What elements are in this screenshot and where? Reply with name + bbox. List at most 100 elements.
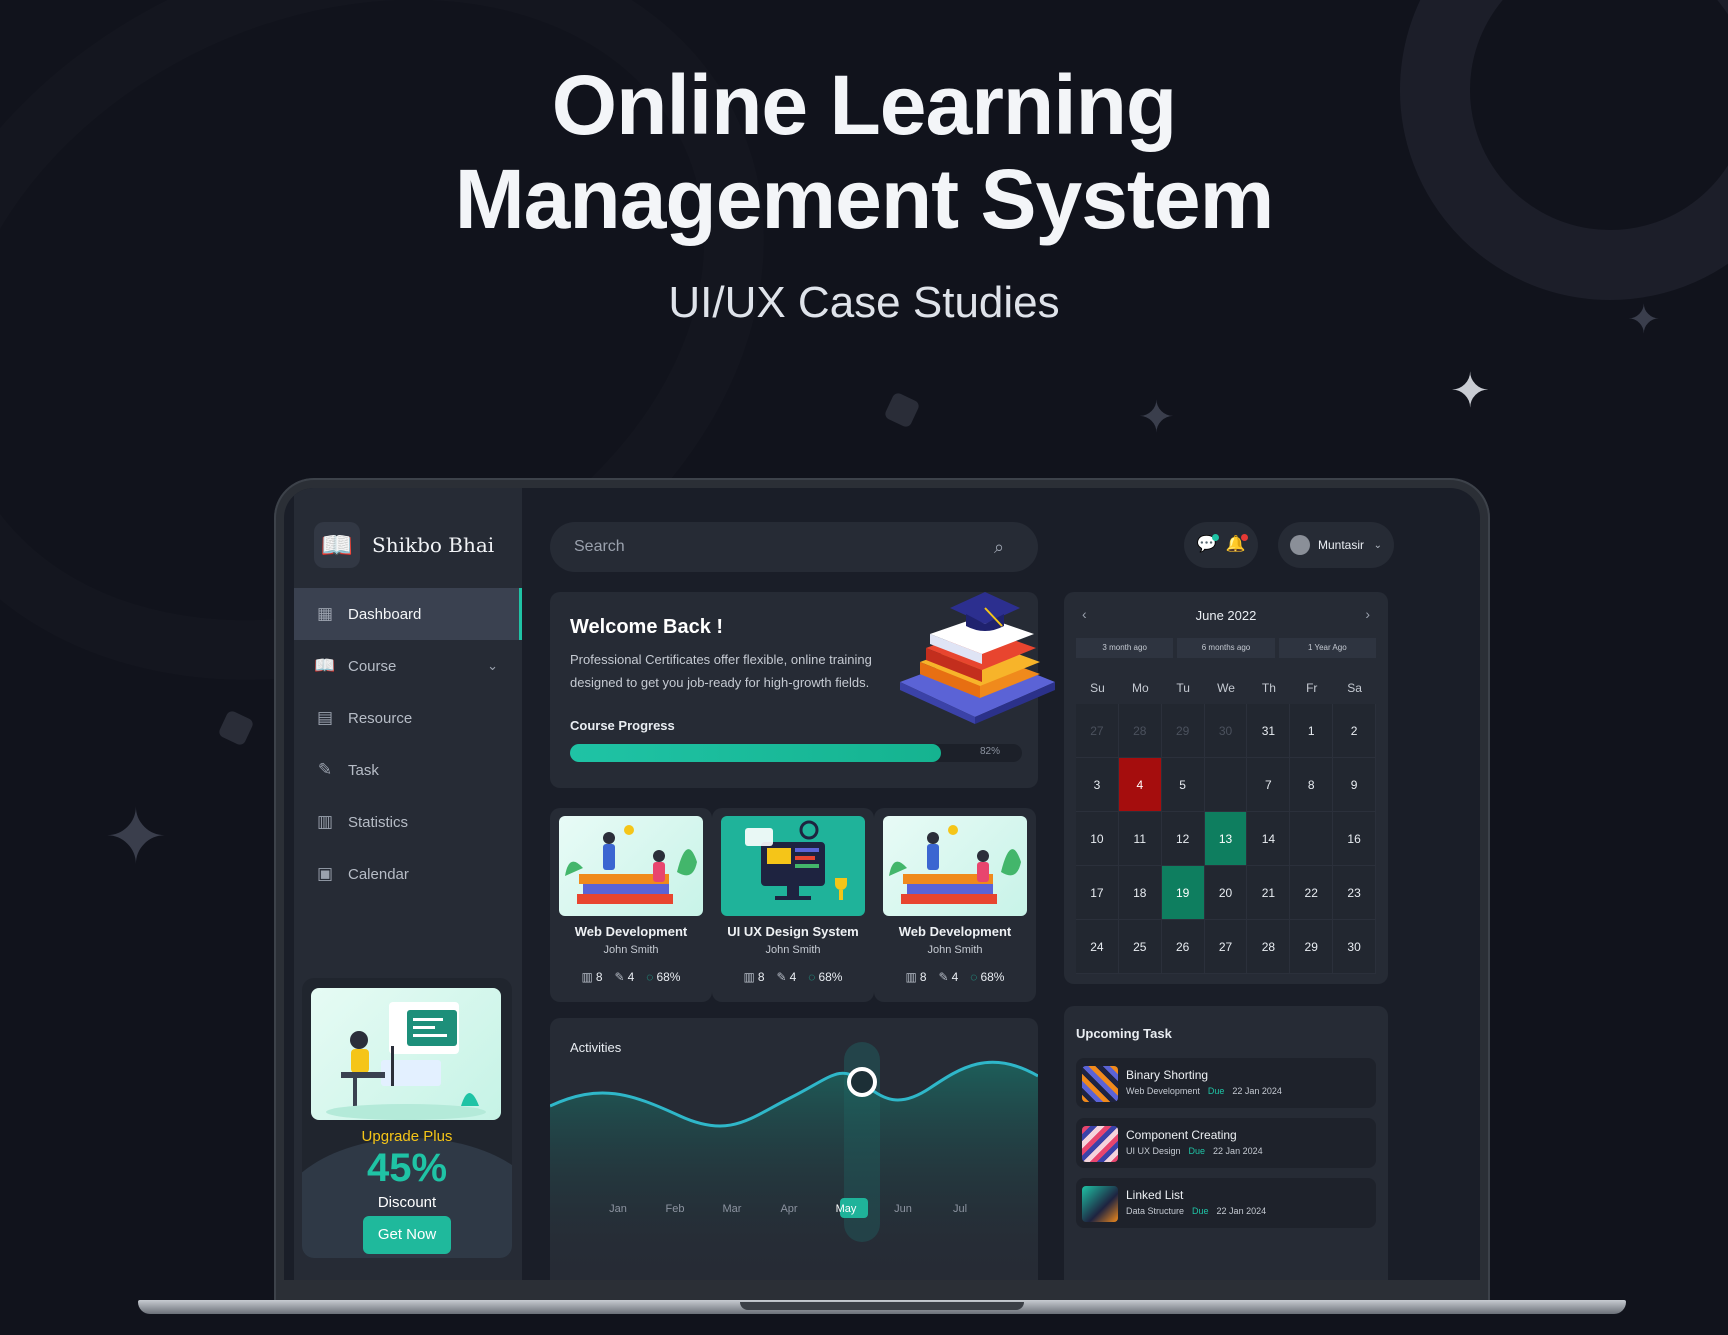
- progress-ring-icon: ◌: [646, 970, 654, 984]
- calendar-day[interactable]: 28: [1118, 704, 1162, 758]
- task-item[interactable]: Binary Shorting Web Development Due 22 Jan…: [1076, 1058, 1376, 1108]
- task-category: UI UX Design: [1126, 1146, 1181, 1156]
- course-progress-value: 82%: [979, 746, 1000, 757]
- sidebar-item-dashboard[interactable]: ▦ Dashboard: [294, 588, 522, 640]
- chevron-right-icon[interactable]: ›: [1365, 606, 1370, 622]
- calendar-day[interactable]: 5: [1161, 758, 1205, 812]
- promo-illustration: [311, 988, 501, 1120]
- calendar-day[interactable]: [1290, 812, 1334, 866]
- lessons-stat: ▥ 8: [744, 970, 765, 984]
- calendar-day[interactable]: 30: [1204, 704, 1248, 758]
- weekday-label: Sa: [1347, 681, 1362, 695]
- user-menu[interactable]: Muntasir ⌄: [1278, 522, 1394, 568]
- calendar-day[interactable]: 17: [1076, 866, 1119, 920]
- laptop-frame: 📖 Shikbo Bhai ▦ Dashboard 📖 Course ⌄ ▤ R…: [274, 478, 1490, 1308]
- calendar-day[interactable]: 21: [1247, 866, 1291, 920]
- filter-3-months[interactable]: 3 month ago: [1076, 638, 1174, 658]
- tasks-count: 4: [789, 970, 797, 984]
- sparkle-icon: ✦: [1138, 393, 1175, 442]
- calendar-day[interactable]: 7: [1247, 758, 1291, 812]
- sidebar-item-statistics[interactable]: ▥ Statistics: [294, 796, 522, 848]
- progress-value: 68%: [818, 970, 843, 984]
- calendar-day[interactable]: 14: [1247, 812, 1291, 866]
- course-card[interactable]: Web Development John Smith ▥ 8 ✎ 4 ◌ 68%: [550, 808, 712, 1002]
- calendar-month: June 2022: [1195, 608, 1257, 623]
- calendar-day[interactable]: 27: [1076, 704, 1119, 758]
- task-thumbnail: [1082, 1186, 1118, 1222]
- lessons-stat: ▥ 8: [582, 970, 603, 984]
- month-label: Apr: [780, 1203, 797, 1215]
- activities-chart: Jan Feb Mar Apr May Jun Jul: [550, 1042, 1038, 1280]
- calendar-day[interactable]: 4: [1118, 758, 1162, 812]
- calendar-day[interactable]: 31: [1247, 704, 1291, 758]
- calendar-day[interactable]: 3: [1076, 758, 1119, 812]
- promo-label: Discount: [377, 1194, 437, 1211]
- course-illustration: [721, 816, 865, 916]
- calendar-day[interactable]: 2: [1333, 704, 1377, 758]
- course-stats: ▥ 8 ✎ 4 ◌ 68%: [874, 970, 1036, 984]
- task-date: 22 Jan 2024: [1213, 1146, 1263, 1156]
- calendar-day[interactable]: 13: [1204, 812, 1248, 866]
- course-title: UI UX Design System: [727, 924, 859, 939]
- course-progress-bar: 82%: [570, 744, 1022, 762]
- calendar-day[interactable]: 19: [1161, 866, 1205, 920]
- task-icon: ✎: [776, 970, 787, 984]
- calendar-day[interactable]: 24: [1076, 920, 1119, 974]
- calendar-day[interactable]: 27: [1204, 920, 1248, 974]
- calendar-day[interactable]: 26: [1161, 920, 1205, 974]
- sidebar-item-task[interactable]: ✎ Task: [294, 744, 522, 796]
- lessons-count: 8: [595, 970, 603, 984]
- calendar-card: ‹ June 2022 › 3 month ago 6 months ago 1…: [1064, 592, 1388, 984]
- message-icon[interactable]: 💬: [1195, 533, 1219, 557]
- course-card[interactable]: Web Development John Smith ▥ 8 ✎ 4 ◌ 68%: [874, 808, 1036, 1002]
- chevron-down-icon: ⌄: [487, 658, 498, 673]
- sidebar-item-course[interactable]: 📖 Course ⌄: [294, 640, 522, 692]
- calendar-day[interactable]: 23: [1333, 866, 1377, 920]
- sidebar-item-calendar[interactable]: ▣ Calendar: [294, 848, 522, 900]
- brand[interactable]: 📖 Shikbo Bhai: [314, 522, 494, 568]
- calendar-day[interactable]: 9: [1333, 758, 1377, 812]
- calendar-day[interactable]: 29: [1161, 704, 1205, 758]
- calendar-day[interactable]: 10: [1076, 812, 1119, 866]
- calendar-day[interactable]: 22: [1290, 866, 1334, 920]
- calendar-day[interactable]: 20: [1204, 866, 1248, 920]
- task-item[interactable]: Component Creating UI UX Design Due 22 Jan…: [1076, 1118, 1376, 1168]
- tasks-count: 4: [951, 970, 959, 984]
- progress-stat: ◌ 68%: [808, 970, 842, 984]
- get-now-button[interactable]: Get Now: [363, 1216, 451, 1254]
- task-title: Component Creating: [1126, 1128, 1237, 1142]
- upcoming-task-card: Upcoming Task Binary Shorting Web Develo…: [1064, 1006, 1388, 1280]
- course-card[interactable]: UI UX Design System John Smith ▥ 8 ✎ 4 ◌ 68…: [712, 808, 874, 1002]
- calendar-day[interactable]: 25: [1118, 920, 1162, 974]
- calendar-day[interactable]: [1204, 758, 1248, 812]
- laptop-notch: [740, 1302, 1024, 1310]
- filter-6-months[interactable]: 6 months ago: [1177, 638, 1275, 658]
- calendar-day[interactable]: 29: [1290, 920, 1334, 974]
- search-icon[interactable]: ⌕: [994, 537, 1014, 557]
- welcome-text: Professional Certificates offer flexible…: [570, 652, 872, 690]
- sidebar-item-resource[interactable]: ▤ Resource: [294, 692, 522, 744]
- calendar-day[interactable]: 11: [1118, 812, 1162, 866]
- filter-1-year[interactable]: 1 Year Ago: [1278, 638, 1376, 658]
- calendar-day[interactable]: 30: [1333, 920, 1377, 974]
- sidebar-item-label: Resource: [348, 709, 413, 727]
- calendar-day[interactable]: 12: [1161, 812, 1205, 866]
- task-item[interactable]: Linked List Data Structure Due 22 Jan 2024: [1076, 1178, 1376, 1228]
- calendar-day[interactable]: 8: [1290, 758, 1334, 812]
- sparkle-icon: ✦: [1450, 365, 1491, 418]
- month-label: Jun: [894, 1203, 912, 1215]
- progress-ring-icon: ◌: [808, 970, 816, 984]
- activities-card: Activities Jan Feb Mar Apr May Jun Jul: [550, 1018, 1038, 1280]
- decor-square: [217, 709, 255, 747]
- search-input[interactable]: [574, 538, 994, 556]
- calendar-day[interactable]: 16: [1333, 812, 1377, 866]
- month-label: Mar: [723, 1203, 742, 1215]
- calendar-day[interactable]: 28: [1247, 920, 1291, 974]
- sidebar-nav: ▦ Dashboard 📖 Course ⌄ ▤ Resource ✎ Task: [294, 588, 522, 900]
- month-label: Feb: [666, 1203, 685, 1215]
- calendar-day[interactable]: 18: [1118, 866, 1162, 920]
- bell-icon[interactable]: 🔔: [1224, 533, 1248, 557]
- calendar-day[interactable]: 1: [1290, 704, 1334, 758]
- course-progress-fill: [570, 744, 941, 762]
- task-meta: Web Development Due 22 Jan 2024: [1126, 1086, 1282, 1096]
